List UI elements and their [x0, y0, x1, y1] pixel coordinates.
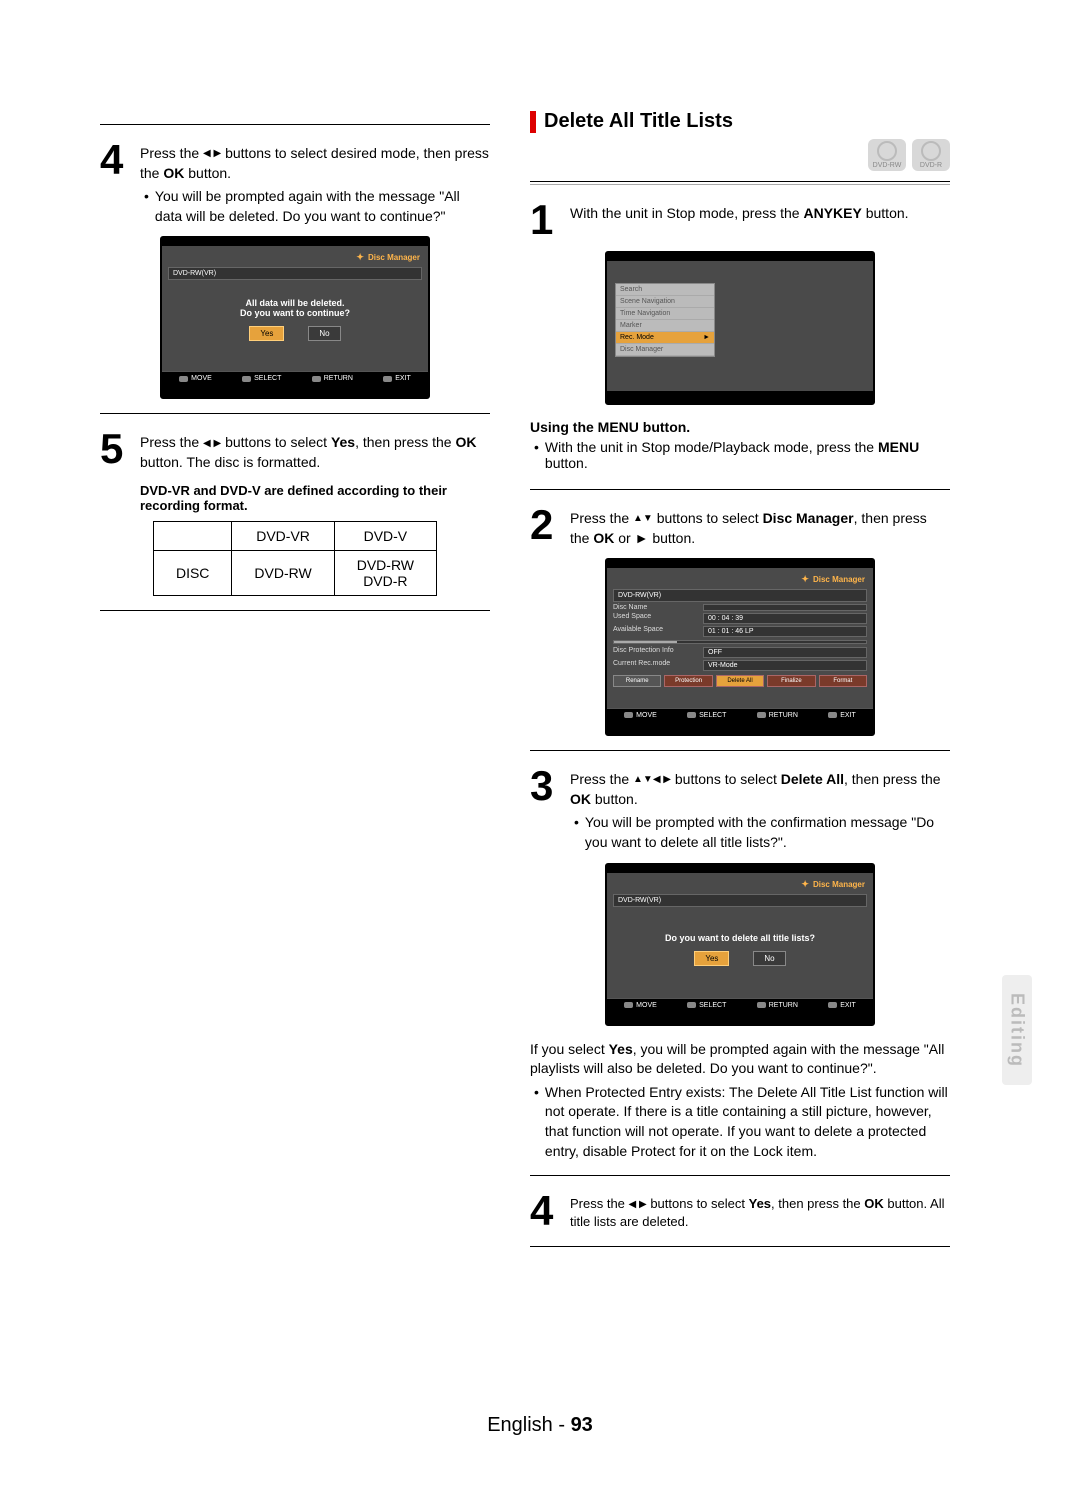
step-number: 5 — [100, 428, 130, 472]
step-5-left: 5 Press the ◀ ▶ buttons to select Yes, t… — [100, 428, 490, 472]
osd-confirm-format: Disc Manager DVD-RW(VR) All data will be… — [160, 236, 430, 399]
step-number: 4 — [100, 139, 130, 226]
section-side-tab: Editing — [1002, 975, 1032, 1085]
space-bar — [613, 640, 867, 644]
badge-dvd-rw: DVD-RW — [868, 139, 906, 171]
format-table: DVD-VR DVD-V DISC DVD-RW DVD-RWDVD-R — [153, 521, 437, 596]
osd-menu-list: Search Scene Navigation Time Navigation … — [615, 283, 715, 357]
left-column: 4 Press the ◀ ▶ buttons to select desire… — [100, 110, 490, 1261]
osd-disc-manager: Disc Manager DVD-RW(VR) Disc Name Used S… — [605, 558, 875, 736]
arrows-icon: ▲▼◀ ▶ — [633, 773, 671, 787]
section-bar-icon — [530, 111, 536, 133]
badge-dvd-r: DVD-R — [912, 139, 950, 171]
left-right-icon: ◀ ▶ — [203, 437, 221, 451]
step-1-right: 1 With the unit in Stop mode, press the … — [530, 199, 950, 241]
osd-yes-button[interactable]: Yes — [249, 326, 284, 341]
step-4-left: 4 Press the ◀ ▶ buttons to select desire… — [100, 139, 490, 226]
left-right-icon: ◀ ▶ — [203, 147, 221, 161]
osd-no-button[interactable]: No — [308, 326, 340, 341]
osd-confirm-delete-all: Disc Manager DVD-RW(VR) Do you want to d… — [605, 863, 875, 1026]
section-heading: Delete All Title Lists — [530, 110, 950, 133]
page-footer: English - 93 — [0, 1414, 1080, 1437]
osd-no-button[interactable]: No — [753, 951, 785, 966]
using-menu-heading: Using the MENU button. — [530, 419, 950, 435]
osd-anykey-menu: Search Scene Navigation Time Navigation … — [605, 251, 875, 405]
post-step3-text: If you select Yes, you will be prompted … — [530, 1040, 950, 1162]
step-2-right: 2 Press the ▲▼ buttons to select Disc Ma… — [530, 504, 950, 548]
step-4-right: 4 Press the ◀ ▶ buttons to select Yes, t… — [530, 1190, 950, 1232]
up-down-icon: ▲▼ — [633, 512, 653, 526]
page-number: 93 — [571, 1414, 593, 1436]
disc-badges: DVD-RW DVD-R — [530, 139, 950, 171]
left-right-icon: ◀ ▶ — [629, 1198, 647, 1212]
right-column: Delete All Title Lists DVD-RW DVD-R 1 Wi… — [530, 110, 950, 1261]
step-3-right: 3 Press the ▲▼◀ ▶ buttons to select Dele… — [530, 765, 950, 852]
format-note: DVD-VR and DVD-V are defined according t… — [140, 483, 490, 513]
osd-yes-button[interactable]: Yes — [694, 951, 729, 966]
